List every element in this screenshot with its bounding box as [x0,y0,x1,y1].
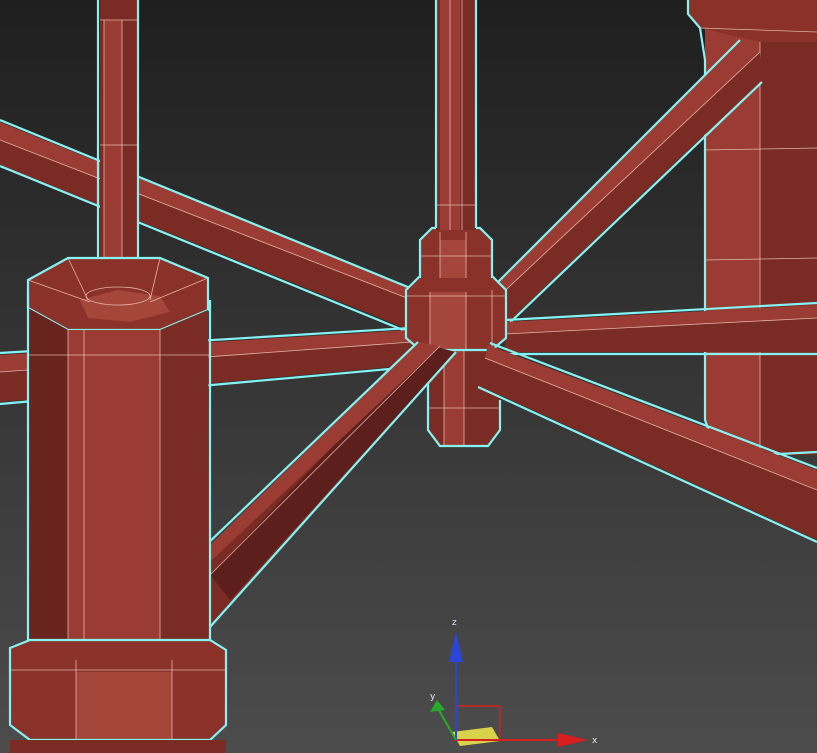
z-axis-label: z [452,618,457,628]
x-axis-label: x [592,736,598,746]
y-axis-label: y [430,692,436,702]
viewport-canvas[interactable]: x z y [0,0,817,753]
3d-viewport[interactable]: x z y [0,0,817,753]
